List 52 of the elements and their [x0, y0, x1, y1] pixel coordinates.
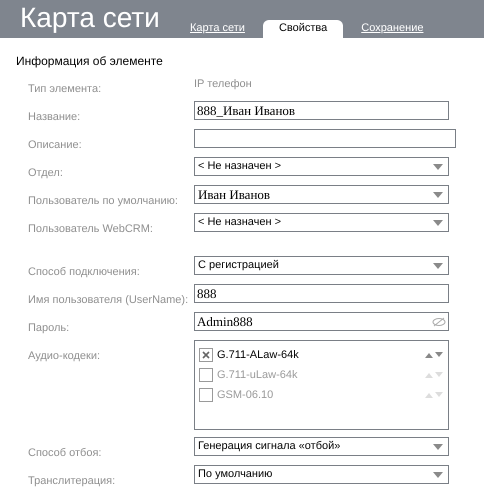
password-field[interactable]: Admin888	[194, 312, 449, 331]
field-label: Пользователь WebCRM:	[28, 223, 153, 235]
checkbox[interactable]	[199, 368, 213, 382]
codec-name: G.711-uLaw-64k	[217, 368, 299, 383]
field-value: < Не назначен >	[198, 217, 282, 228]
field-value: Admin888	[197, 315, 254, 328]
field-label: Имя пользователя (UserName):	[28, 294, 188, 306]
tab[interactable]: Сохранение	[355, 20, 430, 38]
dropdown[interactable]: Генерация сигнала «отбой»	[194, 437, 449, 456]
input-field[interactable]: 888	[194, 284, 449, 303]
dropdown-caret-icon	[433, 192, 443, 198]
dropdown-caret-icon	[433, 164, 443, 170]
dropdown-caret-icon	[433, 472, 443, 478]
field-value: 888	[197, 287, 218, 300]
dropdown[interactable]: < Не назначен >	[194, 157, 449, 176]
field-label: Способ подключения:	[28, 266, 140, 278]
field-label: Название:	[28, 111, 80, 123]
dropdown[interactable]: < Не назначен >	[194, 213, 449, 232]
field-label: Пароль:	[28, 322, 70, 334]
field-value: 888_Иван Иванов	[197, 104, 296, 117]
checkbox[interactable]	[199, 348, 213, 362]
dropdown-caret-icon	[433, 262, 443, 268]
hidden-eye-icon[interactable]	[432, 316, 446, 326]
field-value: IP телефон	[194, 77, 252, 92]
field-value: < Не назначен >	[198, 161, 282, 172]
tab[interactable]: Свойства	[262, 20, 344, 38]
codec-name: G.711-ALaw-64k	[217, 348, 300, 363]
dropdown[interactable]: По умолчанию	[194, 465, 449, 484]
field-label: Транслитерация:	[28, 475, 116, 487]
page-title: Карта сети	[20, 4, 160, 32]
dropdown[interactable]: Иван Иванов	[194, 185, 449, 204]
field-value: Генерация сигнала «отбой»	[198, 441, 342, 452]
field-label: Описание:	[28, 139, 82, 151]
reorder-arrows-icon[interactable]	[425, 352, 443, 358]
codec-name: GSM-06.10	[217, 388, 274, 403]
input-field[interactable]	[194, 129, 456, 148]
field-label: Пользователь по умолчанию:	[28, 195, 178, 207]
checkbox[interactable]	[199, 388, 213, 402]
field-label: Отдел:	[28, 167, 63, 179]
field-value: Иван Иванов	[198, 188, 272, 201]
section-title: Информация об элементе	[16, 55, 164, 67]
field-label: Способ отбоя:	[28, 447, 102, 459]
field-label: Тип элемента:	[28, 83, 102, 95]
dropdown[interactable]: С регистрацией	[194, 256, 449, 275]
cross-mark-icon	[202, 351, 210, 359]
tab[interactable]: Карта сети	[184, 20, 251, 38]
field-value: По умолчанию	[198, 469, 274, 480]
dropdown-caret-icon	[433, 220, 443, 226]
dropdown-caret-icon	[433, 444, 443, 450]
field-label: Аудио-кодеки:	[28, 350, 100, 362]
input-field[interactable]: 888_Иван Иванов	[194, 101, 449, 120]
field-value: С регистрацией	[198, 260, 280, 271]
